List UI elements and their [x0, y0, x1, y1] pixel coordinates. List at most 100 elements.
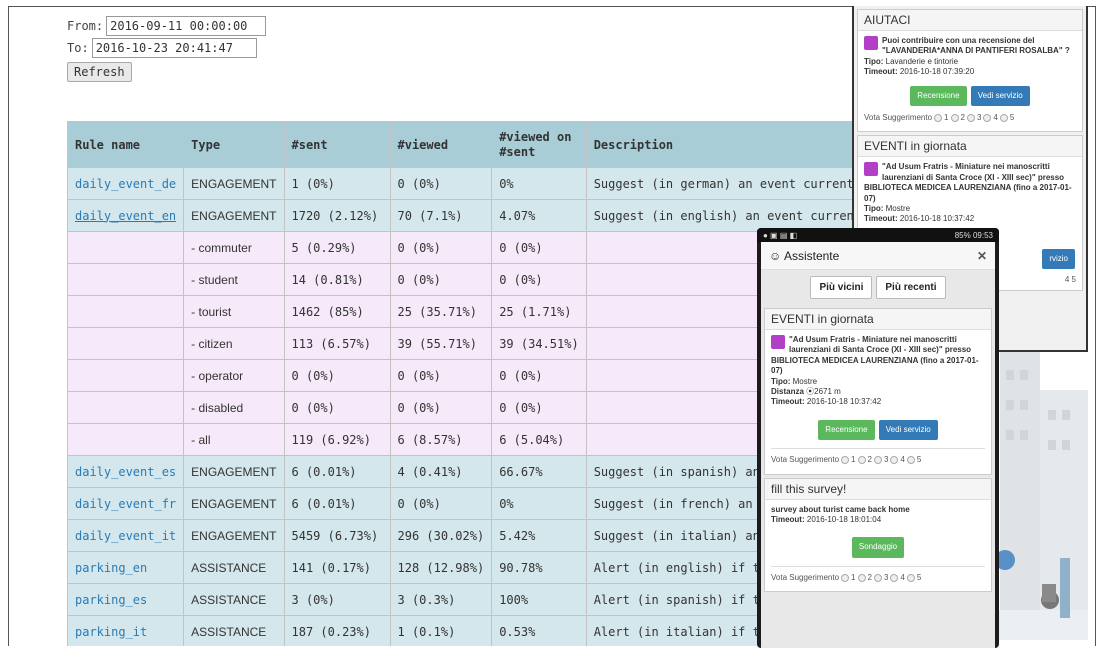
cell-sent: 1720 (2.12%) — [283, 199, 391, 232]
phone-vedi-servizio-button[interactable]: Vedi servizio — [878, 419, 938, 441]
eventi-tipo-label: Tipo: — [864, 203, 884, 213]
aiutaci-title: AIUTACI — [858, 10, 1082, 31]
phone-vote-radio-2[interactable] — [857, 456, 866, 465]
vote-radio-2[interactable] — [950, 114, 959, 123]
tab-piu-vicini[interactable]: Più vicini — [810, 276, 873, 299]
aiutaci-tipo-label: Tipo: — [864, 56, 884, 66]
cell-sent: 6 (0.01%) — [283, 487, 391, 520]
cell-rule-name[interactable]: daily_event_en — [66, 199, 185, 232]
vote-radio-3[interactable] — [966, 114, 975, 123]
table-header-row: Rule name Type #sent #viewed #viewed on … — [66, 121, 978, 168]
cell-type: - commuter — [183, 231, 285, 264]
cell-rule-name[interactable]: daily_event_de — [66, 167, 185, 200]
cell-viewed-on-sent: 0% — [491, 167, 587, 200]
cell-sent: 1 (0%) — [283, 167, 391, 200]
cell-sent: 141 (0.17%) — [283, 551, 391, 584]
cell-sent: 0 (0%) — [283, 359, 391, 392]
phone-vote-radio-4[interactable] — [890, 456, 899, 465]
survey-vote-radio-3[interactable] — [873, 573, 882, 582]
cell-rule-name — [66, 231, 185, 264]
survey-vote-radio-1[interactable] — [841, 573, 850, 582]
survey-vote-radio-5[interactable] — [906, 573, 915, 582]
from-date-input[interactable] — [106, 16, 267, 36]
aiutaci-text: Puoi contribuire con una recensione del … — [882, 36, 1070, 56]
table-row: daily_event_en ENGAGEMENT 1720 (2.12%) 70 (… — [66, 199, 978, 232]
refresh-button[interactable]: Refresh — [67, 62, 132, 82]
cell-viewed: 1 (0.1%) — [389, 615, 493, 646]
cell-type: ENGAGEMENT — [183, 519, 285, 552]
col-rule-name[interactable]: Rule name — [66, 121, 185, 168]
cell-rule-name — [66, 295, 185, 328]
cell-rule-name[interactable]: daily_event_es — [66, 455, 185, 488]
status-icons: ● ▣ ▤ ◧ — [763, 230, 798, 240]
table-row: daily_event_de ENGAGEMENT 1 (0%) 0 (0%) 0% Su… — [66, 167, 978, 200]
cell-sent: 6 (0.01%) — [283, 455, 391, 488]
aiutaci-tipo: Lavanderie e tintorie — [885, 56, 959, 66]
col-sent[interactable]: #sent — [283, 121, 391, 168]
recensione-button[interactable]: Recensione — [910, 85, 967, 106]
phone-recensione-button[interactable]: Recensione — [818, 419, 875, 441]
vote-row: Vota Suggerimento 1 2 3 4 5 — [864, 112, 1015, 123]
survey-timeout-label: Timeout: — [771, 514, 805, 524]
cell-rule-name[interactable]: parking_es — [66, 583, 185, 616]
col-viewed[interactable]: #viewed — [389, 121, 493, 168]
vote-radio-1[interactable] — [934, 114, 943, 123]
cell-viewed: 128 (12.98%) — [389, 551, 493, 584]
cell-viewed-on-sent: 6 (5.04%) — [491, 423, 587, 456]
cell-viewed: 0 (0%) — [389, 231, 493, 264]
phone-status-bar: ● ▣ ▤ ◧ 85% 09:53 — [757, 228, 999, 242]
cell-type: ENGAGEMENT — [183, 487, 285, 520]
cell-viewed: 0 (0%) — [389, 391, 493, 424]
phone-vote-radio-1[interactable] — [841, 456, 850, 465]
to-date-input[interactable] — [91, 38, 257, 58]
survey-card: fill this survey! survey about turist ca… — [764, 477, 992, 593]
cell-viewed-on-sent: 66.67% — [491, 455, 587, 488]
cell-viewed-on-sent: 100% — [491, 583, 587, 616]
eventi-title: EVENTI in giornata — [858, 136, 1082, 158]
phone-vote-radio-3[interactable] — [873, 456, 882, 465]
cell-rule-name[interactable]: daily_event_it — [66, 519, 185, 552]
vote-radio-5[interactable] — [999, 114, 1008, 123]
cell-viewed: 0 (0%) — [389, 359, 493, 392]
sondaggio-button[interactable]: Sondaggio — [851, 537, 905, 558]
cell-rule-name — [66, 359, 185, 392]
cell-viewed-on-sent: 39 (34.51%) — [491, 327, 587, 360]
cell-viewed: 39 (55.71%) — [389, 327, 493, 360]
cell-sent: 5 (0.29%) — [283, 231, 391, 264]
col-type[interactable]: Type — [183, 121, 285, 168]
cell-rule-name[interactable]: parking_it — [66, 615, 185, 646]
cell-type: - disabled — [183, 391, 285, 424]
cell-type: ENGAGEMENT — [183, 167, 285, 200]
col-viewed-on-sent[interactable]: #viewed on #sent — [491, 121, 587, 168]
cell-viewed-on-sent: 25 (1.71%) — [491, 295, 587, 328]
phone-timeout: 2016-10-18 10:37:42 — [806, 397, 882, 407]
eventi-text: "Ad Usum Fratris - Miniature nei manoscr… — [864, 162, 1072, 203]
cell-type: ASSISTANCE — [183, 551, 285, 584]
cell-viewed-on-sent: 0.53% — [491, 615, 587, 646]
cell-viewed-on-sent: 0 (0%) — [491, 231, 587, 264]
from-label: From: — [67, 19, 104, 33]
date-filter-form: From: To: Refresh — [67, 15, 267, 82]
city-illustration — [990, 350, 1088, 640]
vedi-servizio-button[interactable]: Vedi servizio — [970, 85, 1030, 106]
survey-vote-radio-4[interactable] — [890, 573, 899, 582]
status-right: 85% 09:53 — [954, 230, 993, 240]
vote-radio-4[interactable] — [983, 114, 992, 123]
cell-type: - tourist — [183, 295, 285, 328]
aiutaci-timeout-label: Timeout: — [864, 67, 898, 77]
phone-vote-radio-5[interactable] — [906, 456, 915, 465]
survey-timeout: 2016-10-18 18:01:04 — [806, 514, 882, 524]
cell-rule-name[interactable]: daily_event_fr — [66, 487, 185, 520]
tab-piu-recenti[interactable]: Più recenti — [876, 276, 946, 299]
app-tabs: Più vicini Più recenti — [761, 270, 995, 305]
partial-vedi-servizio-button[interactable]: rvizio — [1042, 248, 1075, 270]
aiutaci-card: AIUTACI Puoi contribuire con una recensi… — [857, 9, 1083, 133]
cell-type: ENGAGEMENT — [183, 199, 285, 232]
phone-eventi-card: EVENTI in giornata "Ad Usum Fratris - Mi… — [764, 308, 992, 475]
cell-rule-name[interactable]: parking_en — [66, 551, 185, 584]
close-icon[interactable]: ✕ — [977, 249, 987, 263]
eventi-tipo: Mostre — [885, 203, 911, 213]
survey-vote-radio-2[interactable] — [857, 573, 866, 582]
phone-screen: ☺ Assistente ✕ Più vicini Più recenti EV… — [761, 242, 995, 648]
cell-viewed: 0 (0%) — [389, 487, 493, 520]
